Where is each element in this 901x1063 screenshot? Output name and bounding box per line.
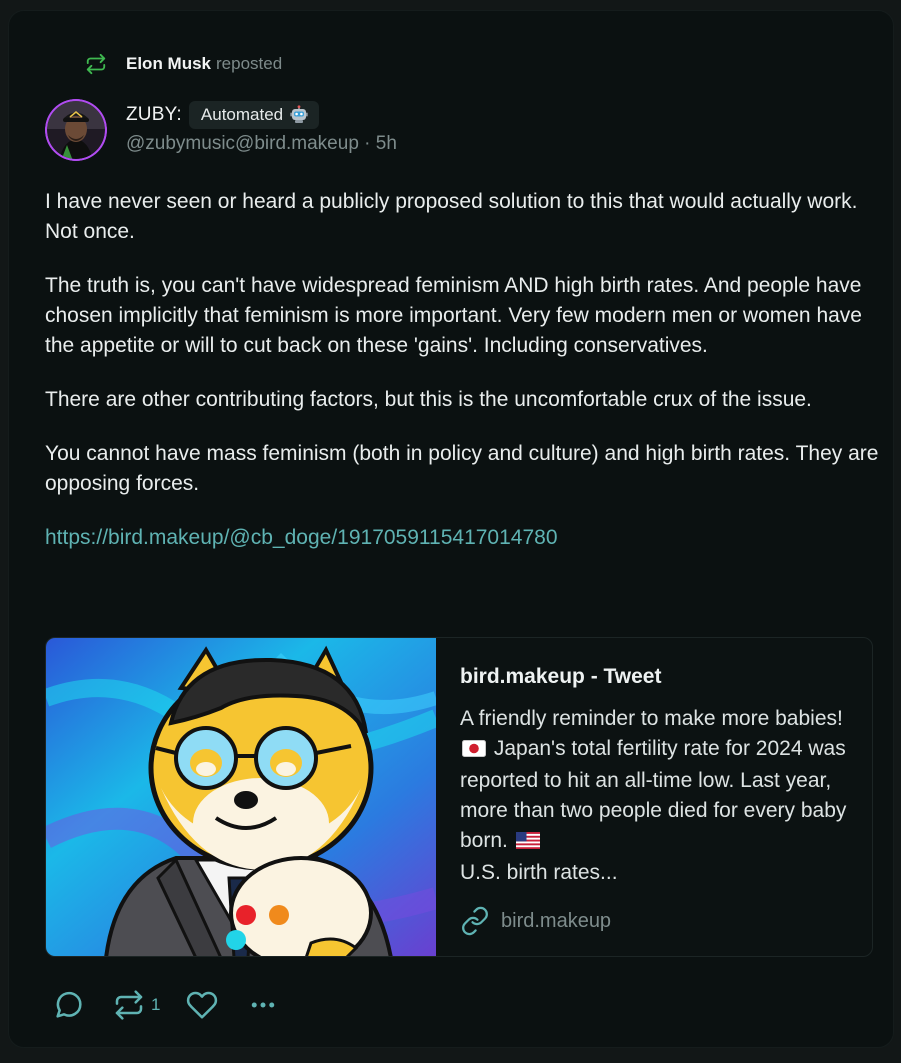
repost-header: Elon Musk reposted xyxy=(85,51,282,77)
boost-count: 1 xyxy=(151,995,161,1014)
post-paragraph: There are other contributing factors, bu… xyxy=(45,388,812,411)
post-content: I have never seen or heard a publicly pr… xyxy=(45,187,881,553)
reposter-name[interactable]: Elon Musk xyxy=(126,54,211,74)
automated-badge: Automated xyxy=(188,101,320,129)
automated-badge-label: Automated xyxy=(200,105,284,124)
author-handle[interactable]: @zubymusic@bird.makeup xyxy=(126,133,359,154)
meta-separator: · xyxy=(364,133,376,154)
link-domain-text: bird.makeup xyxy=(501,909,612,932)
link-preview-description: A friendly reminder to make more babies!… xyxy=(460,704,850,888)
japan-flag-icon xyxy=(462,736,486,766)
boost-button[interactable]: 1 xyxy=(113,989,160,1021)
link-desc-part1: A friendly reminder to make more babies! xyxy=(460,707,843,730)
favourite-button[interactable] xyxy=(186,989,218,1021)
author-row: ZUBY: Automated xyxy=(126,100,320,130)
more-button[interactable] xyxy=(248,990,278,1020)
post-paragraph: The truth is, you can't have widespread … xyxy=(45,274,862,357)
avatar[interactable] xyxy=(45,99,107,161)
post-link[interactable]: https://bird.makeup/@cb_doge/19170591154… xyxy=(45,523,558,553)
post-paragraph: You cannot have mass feminism (both in p… xyxy=(45,442,879,495)
more-icon xyxy=(252,1002,275,1008)
post-paragraph: I have never seen or heard a publicly pr… xyxy=(45,190,858,243)
link-preview-title[interactable]: bird.makeup - Tweet xyxy=(460,662,850,692)
reply-button[interactable] xyxy=(53,989,85,1021)
us-flag-icon xyxy=(515,828,540,858)
link-preview-info: bird.makeup - Tweet A friendly reminder … xyxy=(460,662,850,936)
link-desc-part3: U.S. birth rates... xyxy=(460,861,618,884)
post-actions: 1 xyxy=(53,989,278,1021)
author-display-name[interactable]: ZUBY: xyxy=(126,104,182,126)
heart-icon xyxy=(187,991,218,1019)
link-icon xyxy=(460,906,490,936)
link-preview-image[interactable] xyxy=(46,638,440,956)
post-card[interactable]: Elon Musk reposted ZUBY: Automated @zuby… xyxy=(8,10,894,1048)
reply-icon xyxy=(56,991,82,1018)
repost-verb: reposted xyxy=(216,54,283,73)
link-preview-card[interactable]: bird.makeup - Tweet A friendly reminder … xyxy=(45,637,873,957)
boost-icon xyxy=(115,990,143,1020)
robot-icon xyxy=(289,105,309,125)
link-preview-domain[interactable]: bird.makeup xyxy=(460,906,850,936)
post-time[interactable]: 5h xyxy=(376,133,397,154)
author-handle-row: @zubymusic@bird.makeup · 5h xyxy=(126,133,397,155)
repost-icon xyxy=(85,53,107,75)
